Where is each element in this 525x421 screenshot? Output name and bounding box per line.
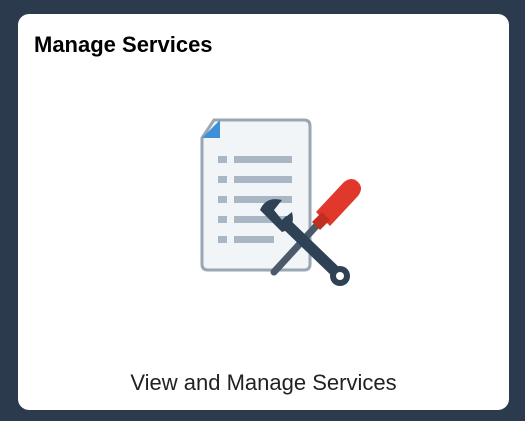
tile-title: Manage Services bbox=[34, 32, 213, 57]
document-tools-icon bbox=[200, 118, 361, 286]
manage-services-tile[interactable]: Manage Services View and Manage Services bbox=[18, 14, 509, 410]
wrench-hole bbox=[336, 272, 344, 280]
tile-subtitle: View and Manage Services bbox=[130, 370, 397, 395]
tile-frame: Manage Services View and Manage Services bbox=[0, 0, 525, 421]
